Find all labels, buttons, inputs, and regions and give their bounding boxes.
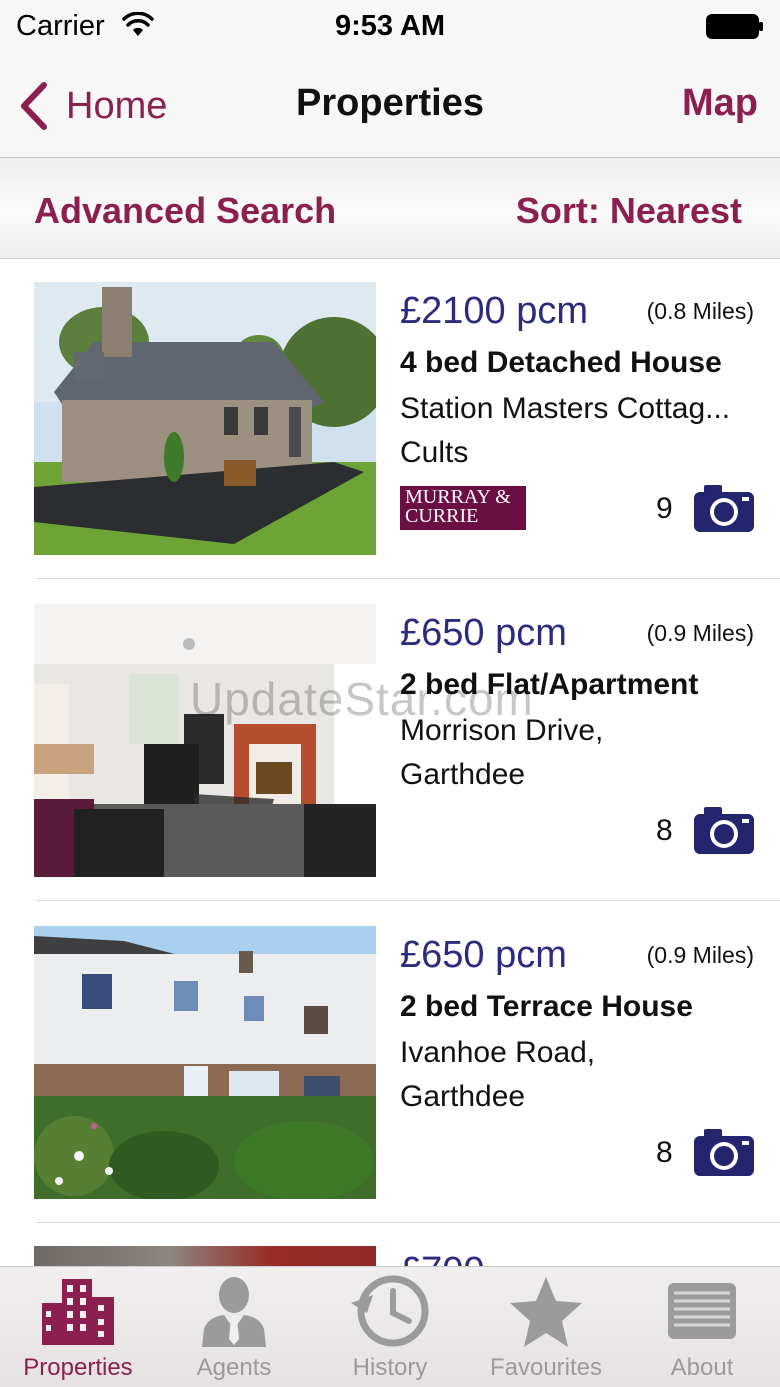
listing-area: Garthdee — [400, 1080, 526, 1113]
tab-label: Properties — [23, 1354, 133, 1381]
photo-count: 8 — [656, 1136, 673, 1169]
listing-distance: (0.8 Miles) — [646, 298, 754, 324]
list-divider — [36, 900, 780, 901]
property-photo — [34, 1246, 376, 1266]
listing-distance: (0.9 Miles) — [646, 620, 754, 646]
property-card[interactable]: £650 pcm (0.9 Miles) 2 bed Flat/Apartmen… — [0, 582, 780, 904]
tab-about[interactable]: About — [624, 1267, 780, 1387]
listing-address: Ivanhoe Road, — [400, 1036, 596, 1069]
star-icon — [510, 1277, 582, 1347]
listing-price: £700 — [400, 1250, 485, 1266]
agent-person-icon — [202, 1277, 266, 1347]
tab-history[interactable]: History — [312, 1267, 468, 1387]
listing-type: 2 bed Flat/Apartment — [400, 668, 699, 701]
property-card[interactable]: £2100 pcm (0.8 Miles) 4 bed Detached Hou… — [0, 260, 780, 582]
tab-agents[interactable]: Agents — [156, 1267, 312, 1387]
agent-logo: MURRAY & CURRIE — [400, 486, 526, 530]
listing-area: Garthdee — [400, 758, 526, 791]
list-divider — [36, 1222, 780, 1223]
property-photo — [34, 926, 376, 1199]
history-clock-icon — [351, 1275, 429, 1347]
listing-type: 4 bed Detached House — [400, 346, 722, 379]
property-list: £2100 pcm (0.8 Miles) 4 bed Detached Hou… — [0, 260, 780, 1266]
tab-label: About — [670, 1354, 734, 1381]
buildings-icon — [42, 1279, 114, 1345]
listing-address: Station Masters Cottag... — [400, 392, 731, 425]
battery-icon — [706, 14, 763, 39]
listing-address: Morrison Drive, — [400, 714, 604, 747]
listing-price: £2100 pcm — [400, 290, 589, 332]
photo-count: 9 — [656, 492, 673, 525]
agent-logo-line2: CURRIE — [405, 505, 479, 527]
tab-label: History — [352, 1354, 428, 1381]
listing-price: £650 pcm — [400, 934, 567, 976]
property-photo — [34, 604, 376, 877]
tab-label: Agents — [196, 1354, 272, 1381]
tab-favourites[interactable]: Favourites — [468, 1267, 624, 1387]
listing-type: 2 bed Terrace House — [400, 990, 693, 1023]
listing-price: £650 pcm — [400, 612, 567, 654]
sort-button[interactable]: Sort: Nearest — [516, 190, 742, 232]
property-photo — [34, 282, 376, 555]
status-bar: Carrier 9:53 AM — [0, 0, 780, 54]
listing-distance: (0.9 Miles) — [646, 942, 754, 968]
app-screen: Carrier 9:53 AM Home Properties Map Adva… — [0, 0, 780, 1387]
camera-icon[interactable] — [692, 1126, 756, 1178]
filter-bar: Advanced Search Sort: Nearest — [0, 158, 780, 259]
tab-label: Favourites — [489, 1354, 603, 1381]
camera-icon[interactable] — [692, 482, 756, 534]
tab-bar: Properties Agents History Favourites Abo… — [0, 1266, 780, 1387]
status-time: 9:53 AM — [334, 10, 446, 42]
listing-area: Cults — [400, 436, 469, 469]
photo-count: 8 — [656, 814, 673, 847]
map-button[interactable]: Map — [682, 82, 758, 125]
property-card[interactable]: £650 pcm (0.9 Miles) 2 bed Terrace House… — [0, 904, 780, 1226]
list-divider — [36, 578, 780, 579]
camera-icon[interactable] — [692, 804, 756, 856]
page-title: Properties — [296, 82, 484, 124]
tab-properties[interactable]: Properties — [0, 1267, 156, 1387]
navigation-bar: Home Properties Map — [0, 54, 780, 158]
about-list-icon — [668, 1283, 736, 1339]
advanced-search-button[interactable]: Advanced Search — [34, 190, 336, 232]
